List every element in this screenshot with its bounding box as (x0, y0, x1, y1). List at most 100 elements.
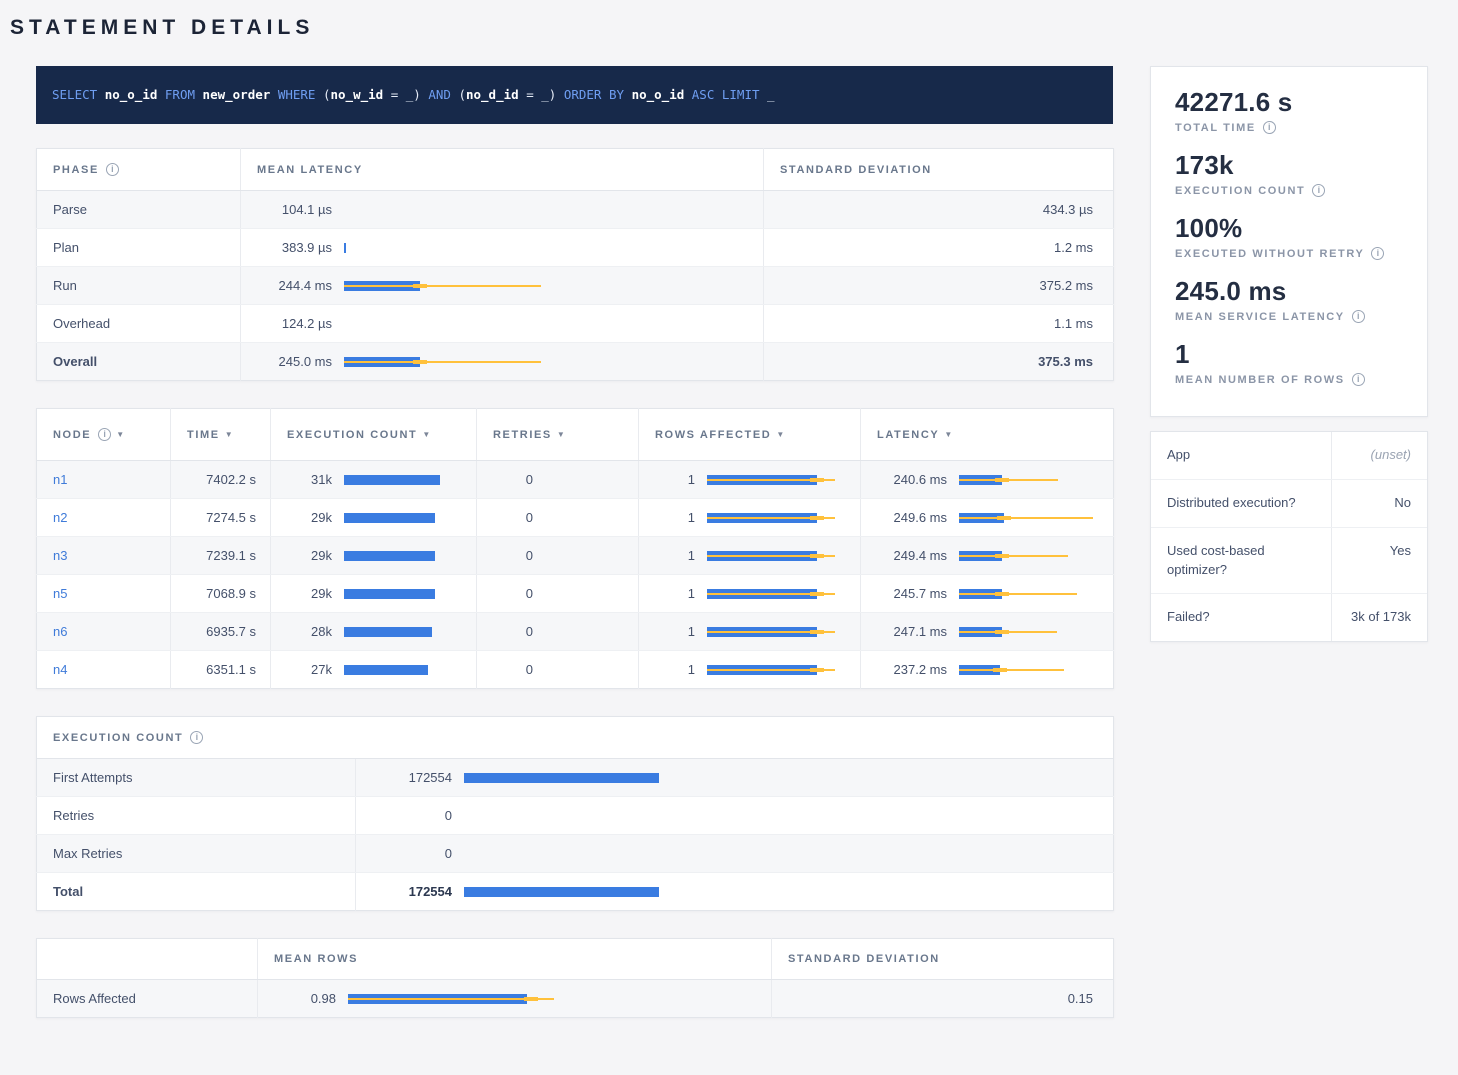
sql-punctuation: = _) (519, 87, 564, 102)
rows-affected-row: Rows Affected 0.98 0.15 (37, 980, 1114, 1018)
column-header-execution-count: EXECUTION COUNTi (37, 717, 1114, 759)
stat-value: 1 (1175, 339, 1403, 370)
node-link[interactable]: n5 (53, 586, 67, 601)
latency-bar (959, 513, 1099, 523)
stat-value: 245.0 ms (1175, 276, 1403, 307)
stat-mean-number-of-rows: 1 MEAN NUMBER OF ROWSi (1175, 339, 1403, 386)
phase-row: Parse 104.1 µs 434.3 µs (37, 191, 1114, 229)
execution-row: Max Retries 0 (37, 835, 1114, 873)
column-header-label: STANDARD DEVIATION (788, 953, 940, 965)
node-time: 6935.7 s (171, 613, 271, 651)
stddev-value: 1.1 ms (764, 305, 1114, 343)
column-header-rows-affected[interactable]: ROWS AFFECTED▼ (639, 409, 861, 461)
detail-value: No (1331, 480, 1427, 527)
mean-latency-value: 245.0 ms (257, 354, 332, 369)
sort-arrow-icon[interactable]: ▼ (944, 430, 954, 439)
exec-count-value: 29k (287, 510, 332, 525)
stat-label: EXECUTION COUNT i (1175, 184, 1403, 197)
execution-label: Retries (37, 797, 356, 835)
column-header-mean-latency: MEAN LATENCY (241, 149, 764, 191)
latency-bar (959, 551, 1099, 561)
mean-latency-bar (344, 205, 764, 215)
phase-row: Overhead 124.2 µs 1.1 ms (37, 305, 1114, 343)
stat-label: TOTAL TIMEi (1175, 121, 1403, 134)
node-row: n2 7274.5 s 29k 0 1 249.6 ms (37, 499, 1114, 537)
exec-count-bar (344, 665, 464, 675)
rows-affected-bar (707, 627, 857, 637)
rows-affected-bar (707, 513, 857, 523)
exec-count-value: 29k (287, 548, 332, 563)
execution-row: First Attempts 172554 (37, 759, 1114, 797)
info-icon[interactable]: i (1371, 247, 1384, 260)
sql-punctuation: ( (323, 87, 331, 102)
sort-arrow-icon[interactable]: ▼ (116, 430, 126, 439)
summary-card: 42271.6 s TOTAL TIMEi 173k EXECUTION COU… (1150, 66, 1428, 417)
latency-value: 249.4 ms (877, 548, 947, 563)
mean-latency-bar (344, 357, 764, 367)
column-header-execution-count[interactable]: EXECUTION COUNT ▼ (271, 409, 477, 461)
node-link[interactable]: n3 (53, 548, 67, 563)
stat-label-text: EXECUTION COUNT (1175, 185, 1305, 197)
stat-mean-service-latency: 245.0 ms MEAN SERVICE LATENCY i (1175, 276, 1403, 323)
detail-value: Yes (1331, 528, 1427, 594)
sort-arrow-icon[interactable]: ▼ (776, 430, 786, 439)
info-icon[interactable]: i (1263, 121, 1276, 134)
column-header-label: LATENCY (877, 429, 939, 441)
info-icon[interactable]: i (1312, 184, 1325, 197)
node-link[interactable]: n2 (53, 510, 67, 525)
phase-row: Plan 383.9 µs 1.2 ms (37, 229, 1114, 267)
node-time: 7239.1 s (171, 537, 271, 575)
execution-label: Total (37, 873, 356, 911)
latency-value: 247.1 ms (877, 624, 947, 639)
stat-value: 42271.6 s (1175, 87, 1403, 118)
node-row: n3 7239.1 s 29k 0 1 249.4 ms (37, 537, 1114, 575)
sort-arrow-icon[interactable]: ▼ (422, 430, 432, 439)
column-header-label: MEAN LATENCY (257, 164, 363, 176)
rows-affected-value: 1 (655, 624, 695, 639)
node-time: 7274.5 s (171, 499, 271, 537)
node-table: NODE i ▼ TIME▼ EXECUTION COUNT ▼ RETRIES▼ R… (36, 408, 1114, 689)
sort-arrow-icon[interactable]: ▼ (557, 430, 567, 439)
node-link[interactable]: n4 (53, 662, 67, 677)
detail-row-app: App (unset) (1151, 432, 1427, 480)
node-row: n6 6935.7 s 28k 0 1 247.1 ms (37, 613, 1114, 651)
stat-label: MEAN NUMBER OF ROWSi (1175, 373, 1403, 386)
sql-statement: SELECT no_o_id FROM new_order WHERE (no_… (52, 87, 775, 102)
column-header-node[interactable]: NODE i ▼ (37, 409, 171, 461)
info-icon[interactable]: i (1352, 373, 1365, 386)
node-link[interactable]: n6 (53, 624, 67, 639)
statement-details-page: STATEMENT DETAILS SELECT no_o_id FROM ne… (0, 0, 1458, 1075)
stat-label-text: MEAN SERVICE LATENCY (1175, 311, 1345, 323)
stat-label: MEAN SERVICE LATENCY i (1175, 310, 1403, 323)
info-icon[interactable]: i (98, 428, 111, 441)
sql-statement-bar: SELECT no_o_id FROM new_order WHERE (no_… (36, 66, 1113, 124)
rows-affected-value: 1 (655, 548, 695, 563)
rows-affected-value: 1 (655, 586, 695, 601)
column-header-label: STANDARD DEVIATION (780, 164, 932, 176)
info-icon[interactable]: i (106, 163, 119, 176)
node-link[interactable]: n1 (53, 472, 67, 487)
detail-label: App (1151, 432, 1331, 479)
stat-label-text: EXECUTED WITHOUT RETRY (1175, 248, 1364, 260)
sort-arrow-icon[interactable]: ▼ (225, 430, 235, 439)
mean-latency-value: 124.2 µs (257, 316, 332, 331)
column-header-label: NODE (53, 429, 91, 441)
column-header-latency[interactable]: LATENCY ▼ (861, 409, 1114, 461)
column-header-label: EXECUTION COUNT (287, 429, 417, 441)
exec-count-value: 27k (287, 662, 332, 677)
stat-total-time: 42271.6 s TOTAL TIMEi (1175, 87, 1403, 134)
execution-value: 0 (372, 846, 452, 861)
latency-value: 240.6 ms (877, 472, 947, 487)
sql-keyword: ORDER BY (564, 87, 632, 102)
rows-affected-bar (707, 551, 857, 561)
mean-latency-bar (344, 243, 764, 253)
info-icon[interactable]: i (1352, 310, 1365, 323)
execution-bar (464, 849, 674, 859)
node-time: 7402.2 s (171, 461, 271, 499)
detail-row-failed: Failed? 3k of 173k (1151, 594, 1427, 641)
column-header-retries[interactable]: RETRIES▼ (477, 409, 639, 461)
sql-keyword: WHERE (278, 87, 323, 102)
stddev-value: 375.2 ms (764, 267, 1114, 305)
column-header-time[interactable]: TIME▼ (171, 409, 271, 461)
info-icon[interactable]: i (190, 731, 203, 744)
